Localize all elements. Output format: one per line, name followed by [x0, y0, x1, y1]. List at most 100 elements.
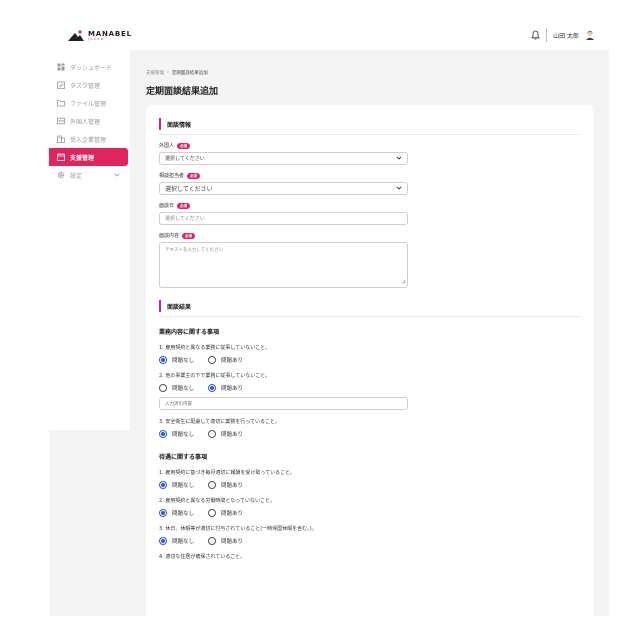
sidebar-item-label: ダッシュボード [70, 64, 113, 72]
sidebar-item-label: 支援管理 [70, 154, 95, 162]
field-label-staff: 相談担当者 必須 [159, 172, 580, 179]
radio-button[interactable] [208, 384, 217, 392]
section-title: 面談結果 [167, 303, 192, 311]
select-value: 選択してください [165, 186, 213, 193]
brand-tagline: JAPAN [88, 37, 105, 41]
radio-option-ok[interactable]: 問題なし [159, 481, 194, 489]
breadcrumb-current: 定期面談結果追加 [171, 71, 208, 76]
subsection-title-work: 業務内容に関する事項 [159, 329, 220, 336]
sidebar-item-label: 外国人管理 [70, 118, 101, 126]
radio-option-issue[interactable]: 問題あり [208, 481, 243, 489]
required-badge: 必須 [177, 202, 191, 209]
radio-option-issue[interactable]: 問題あり [208, 384, 243, 392]
radio-label: 問題なし [172, 432, 195, 438]
section-heading: 面談結果 [159, 300, 580, 312]
sidebar-item-support[interactable]: 支援管理 [49, 148, 128, 166]
foreigner-select[interactable]: 選択してください [159, 152, 408, 165]
top-bar: MANABEL JAPAN 山田 太郎 [49, 20, 609, 50]
gear-icon [57, 171, 65, 179]
content-textarea[interactable]: テキストを入力してください [159, 242, 408, 288]
radio-option-issue[interactable]: 問題あり [208, 430, 243, 438]
field-label-foreigner: 外国人 必須 [159, 142, 580, 149]
radio-label: 問題なし [172, 386, 195, 392]
chevron-down-icon[interactable] [114, 172, 120, 179]
sidebar-item-label: 設定 [70, 172, 83, 180]
radio-button[interactable] [208, 509, 217, 517]
date-input[interactable]: 選択してください [159, 212, 408, 225]
sidebar-item-foreigners[interactable]: 外国人管理 [49, 112, 130, 130]
sidebar-item-label: 受入企業管理 [70, 136, 107, 144]
breadcrumb-parent-link[interactable]: 支援管理 [146, 70, 164, 76]
radio-button[interactable] [208, 481, 217, 489]
radio-button[interactable] [208, 356, 217, 364]
page-title: 定期面談結果追加 [146, 87, 219, 97]
radio-label: 問題あり [221, 511, 244, 517]
radio-group-treatment-q1: 問題なし 問題あり [159, 481, 580, 489]
radio-button[interactable] [208, 537, 217, 545]
radio-option-issue[interactable]: 問題あり [208, 537, 243, 545]
section-heading: 面談情報 [159, 118, 580, 130]
radio-button[interactable] [208, 430, 217, 438]
radio-button[interactable] [159, 356, 167, 364]
sidebar-item-dashboard[interactable]: ダッシュボード [49, 58, 130, 76]
user-name[interactable]: 山田 太郎 [553, 31, 579, 40]
field-label-date: 面談日 必須 [159, 202, 580, 209]
radio-option-ok[interactable]: 問題なし [159, 430, 194, 438]
label-text: 面談日 [159, 203, 175, 209]
label-text: 相談担当者 [159, 173, 185, 179]
radio-label: 問題あり [221, 386, 244, 392]
sidebar-item-tasks[interactable]: タスク管理 [49, 76, 130, 94]
radio-group-work-q2: 問題なし 問題あり [159, 384, 580, 392]
chevron-down-icon [396, 185, 402, 192]
radio-option-ok[interactable]: 問題なし [159, 509, 194, 517]
radio-option-ok[interactable]: 問題なし [159, 537, 194, 545]
question-text: 1. 雇用契約と異なる業務に従事していないこと。 [159, 345, 271, 351]
task-icon [57, 81, 65, 89]
radio-button[interactable] [159, 384, 167, 392]
radio-option-ok[interactable]: 問題なし [159, 384, 194, 392]
radio-button[interactable] [159, 430, 167, 438]
avatar[interactable] [585, 30, 595, 40]
sidebar-item-label: ファイル管理 [70, 100, 107, 108]
radio-label: 問題あり [221, 358, 244, 364]
bell-icon[interactable] [530, 29, 540, 41]
chevron-down-icon [396, 155, 402, 162]
section-accent-bar [159, 300, 161, 312]
select-value: 選択してください [165, 156, 205, 162]
radio-label: 問題あり [221, 432, 244, 438]
question-text: 1. 雇用契約に基づき毎月適切に報酬を受け取っていること。 [159, 470, 296, 476]
radio-group-treatment-q2: 問題なし 問題あり [159, 509, 580, 517]
staff-select[interactable]: 選択してください [159, 182, 408, 195]
logo-mark-icon [68, 30, 84, 41]
radio-button[interactable] [159, 537, 167, 545]
label-text: 外国人 [159, 143, 175, 149]
radio-button[interactable] [159, 509, 167, 517]
sidebar: ダッシュボード タスク管理 ファイル管理 外国人管理 受入企業管理 支援管理 設… [49, 50, 130, 430]
question-text: 3. 休日、休暇等が適切に付与されていること(一時帰国休暇を含む。)。 [159, 526, 317, 532]
input-value: 入力済の内容 [165, 401, 192, 407]
radio-option-ok[interactable]: 問題なし [159, 356, 194, 364]
resize-handle-icon[interactable] [401, 279, 406, 286]
sidebar-item-companies[interactable]: 受入企業管理 [49, 130, 130, 148]
issue-detail-input[interactable]: 入力済の内容 [159, 397, 408, 410]
id-card-icon [57, 117, 65, 125]
question-text: 2. 他の事業主の下で業務に従事していないこと。 [159, 373, 271, 379]
radio-label: 問題なし [172, 511, 195, 517]
sidebar-item-files[interactable]: ファイル管理 [49, 94, 130, 112]
radio-label: 問題あり [221, 539, 244, 545]
header-divider [546, 28, 548, 42]
brand-logo[interactable]: MANABEL JAPAN [67, 29, 132, 43]
form-card: 面談情報 外国人 必須 選択してください 相談担当者 必須 選択してください 面… [146, 105, 593, 616]
radio-option-issue[interactable]: 問題あり [208, 356, 243, 364]
breadcrumb-separator: › [167, 70, 169, 75]
radio-button[interactable] [159, 481, 167, 489]
radio-option-issue[interactable]: 問題あり [208, 509, 243, 517]
radio-label: 問題なし [172, 358, 195, 364]
question-text: 2. 雇用契約と異なる労働時間となっていないこと。 [159, 498, 275, 504]
radio-group-treatment-q3: 問題なし 問題あり [159, 537, 580, 545]
building-icon [57, 135, 65, 143]
required-badge: 必須 [177, 142, 191, 149]
dashboard-icon [57, 63, 65, 71]
sidebar-item-settings[interactable]: 設定 [49, 166, 130, 184]
required-badge: 必須 [182, 232, 196, 239]
